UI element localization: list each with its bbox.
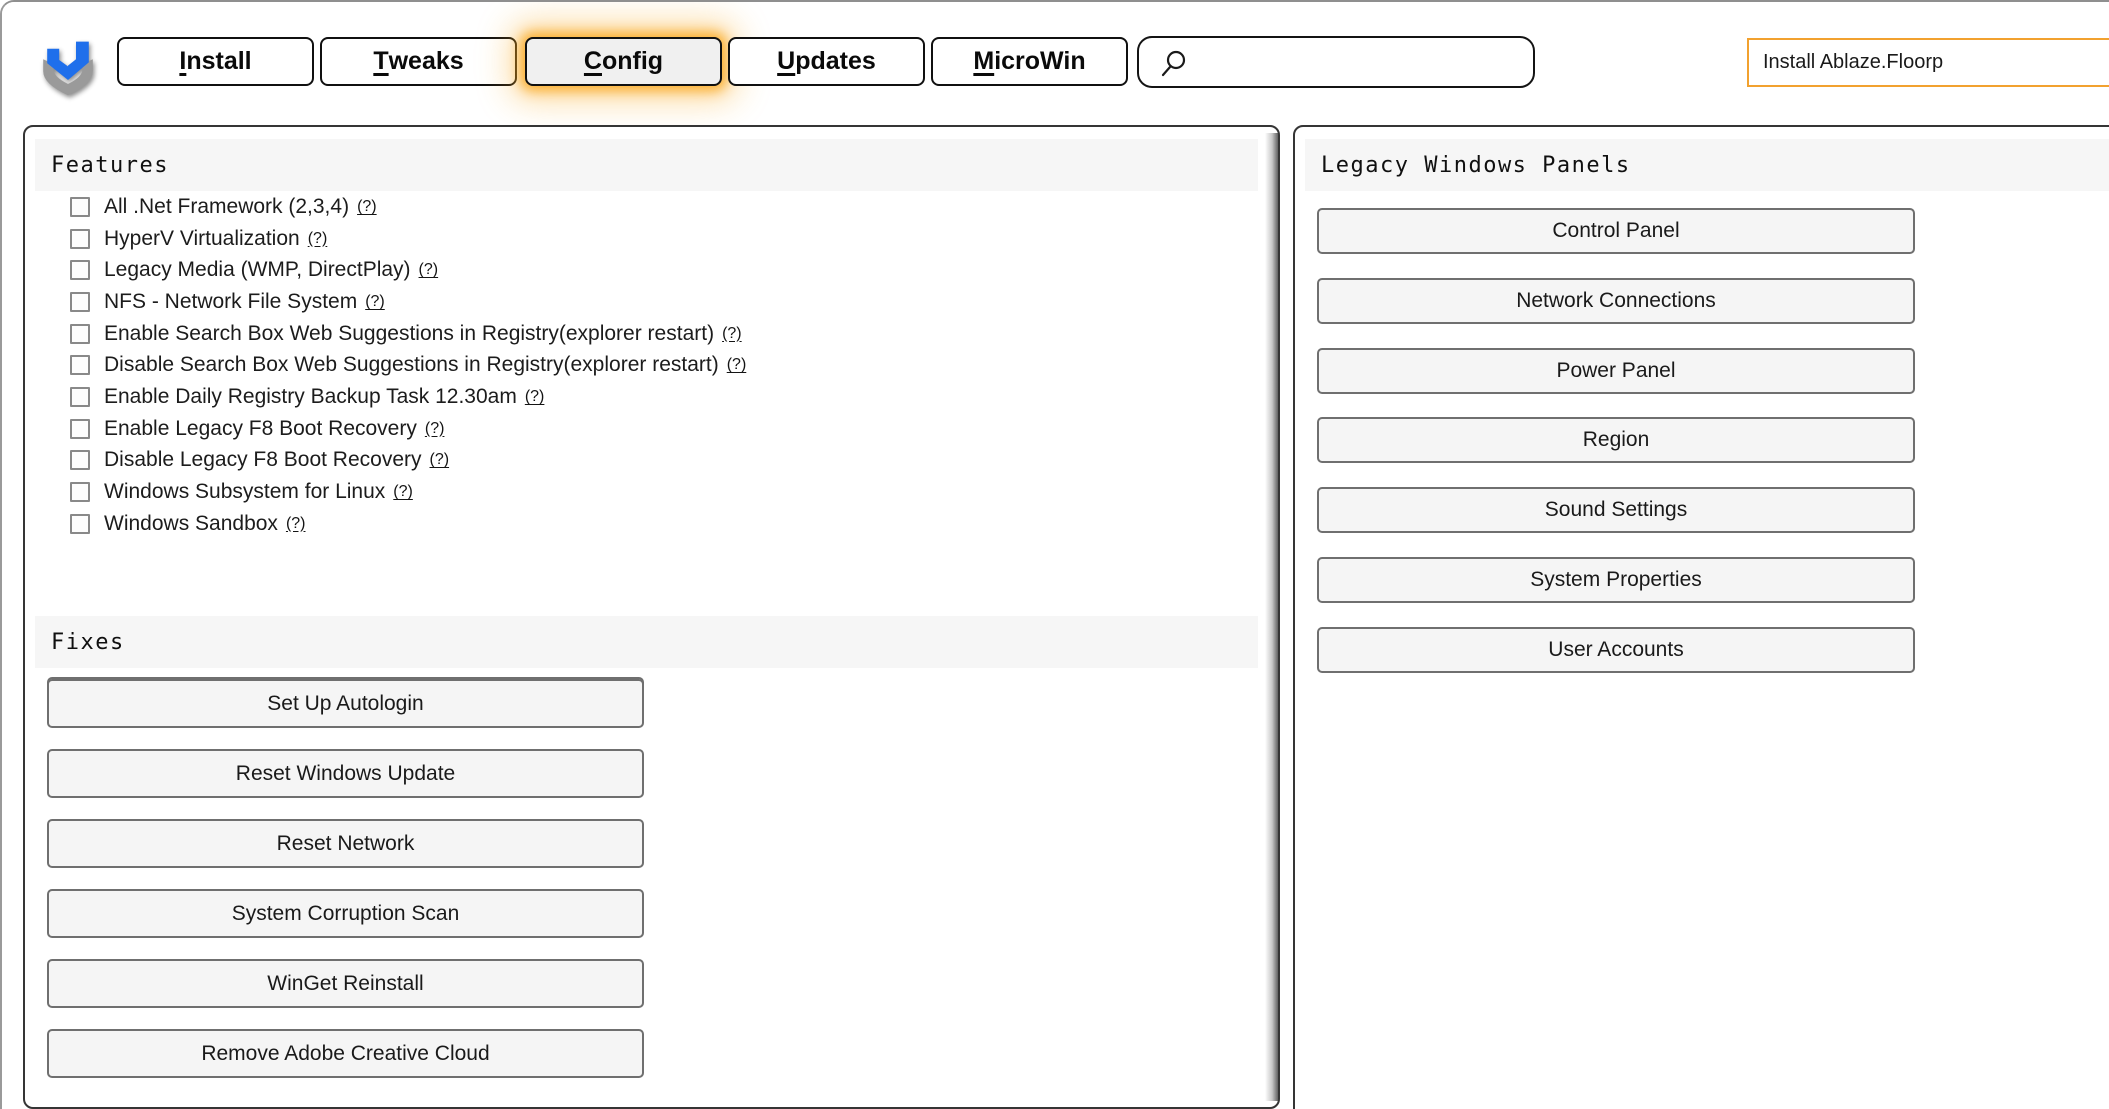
legacy-panels-section-header: Legacy Windows Panels <box>1305 139 2109 191</box>
feature-help-link[interactable]: (?) <box>357 198 377 216</box>
feature-help-link[interactable]: (?) <box>430 451 450 469</box>
feature-row-windows-sandbox: Windows Sandbox (?) <box>25 508 1248 540</box>
feature-label: NFS - Network File System <box>104 290 357 314</box>
tab-label-rest: pdates <box>795 47 876 76</box>
feature-checkbox[interactable] <box>70 450 90 470</box>
feature-help-link[interactable]: (?) <box>393 483 413 501</box>
feature-checkbox[interactable] <box>70 355 90 375</box>
feature-checkbox[interactable] <box>70 260 90 280</box>
tab-microwin[interactable]: MicroWin <box>931 37 1128 86</box>
feature-checkbox[interactable] <box>70 292 90 312</box>
feature-row-nfs-network-file-system: NFS - Network File System (?) <box>25 286 1248 318</box>
system-properties-button[interactable]: System Properties <box>1317 557 1915 603</box>
vertical-scrollbar[interactable] <box>1265 133 1278 1101</box>
feature-checklist: All .Net Framework (2,3,4)(?)HyperV Virt… <box>25 191 1248 540</box>
winget-reinstall-button[interactable]: WinGet Reinstall <box>47 959 644 1008</box>
feature-label: Enable Daily Registry Backup Task 12.30a… <box>104 385 517 409</box>
feature-label: Windows Sandbox <box>104 512 278 536</box>
feature-row-hyperv-virtualization: HyperV Virtualization (?) <box>25 223 1248 255</box>
feature-label: Disable Search Box Web Suggestions in Re… <box>104 353 719 377</box>
tab-hotkey-letter: T <box>373 47 388 76</box>
set-up-autologin-button[interactable]: Set Up Autologin <box>47 679 644 728</box>
winutil-window: InstallTweaksConfigUpdatesMicroWin Insta… <box>0 0 2109 1109</box>
features-section-header: Features <box>35 139 1258 191</box>
reset-network-button[interactable]: Reset Network <box>47 819 644 868</box>
feature-row-disable-search-box-web-suggestions-in-registry-explorer-restart: Disable Search Box Web Suggestions in Re… <box>25 349 1248 381</box>
install-tooltip-text: Install Ablaze.Floorp <box>1763 51 1943 74</box>
config-main-panel: Features All .Net Framework (2,3,4)(?)Hy… <box>23 125 1280 1109</box>
search-box <box>1137 36 1535 88</box>
power-panel-button[interactable]: Power Panel <box>1317 348 1915 394</box>
region-button[interactable]: Region <box>1317 417 1915 463</box>
search-icon <box>1159 49 1189 79</box>
remove-adobe-creative-cloud-button[interactable]: Remove Adobe Creative Cloud <box>47 1029 644 1078</box>
feature-help-link[interactable]: (?) <box>286 515 306 533</box>
feature-checkbox[interactable] <box>70 482 90 502</box>
feature-checkbox[interactable] <box>70 387 90 407</box>
tab-config[interactable]: Config <box>525 37 722 86</box>
network-connections-button[interactable]: Network Connections <box>1317 278 1915 324</box>
feature-checkbox[interactable] <box>70 514 90 534</box>
feature-row-all-net-framework-2-3-4: All .Net Framework (2,3,4) (?) <box>25 191 1248 223</box>
tab-tweaks[interactable]: Tweaks <box>320 37 517 86</box>
legacy-panels-title: Legacy Windows Panels <box>1321 153 1631 178</box>
feature-label: Disable Legacy F8 Boot Recovery <box>104 448 422 472</box>
top-bar: InstallTweaksConfigUpdatesMicroWin Insta… <box>2 2 2109 125</box>
feature-help-link[interactable]: (?) <box>308 230 328 248</box>
tab-updates[interactable]: Updates <box>728 37 925 86</box>
fixes-section-header: Fixes <box>35 616 1258 668</box>
feature-help-link[interactable]: (?) <box>722 325 742 343</box>
tab-hotkey-letter: M <box>973 47 994 76</box>
feature-checkbox[interactable] <box>70 229 90 249</box>
reset-windows-update-button[interactable]: Reset Windows Update <box>47 749 644 798</box>
tab-hotkey-letter: I <box>179 47 186 76</box>
search-input[interactable] <box>1195 40 1529 86</box>
tab-label-rest: weaks <box>389 47 464 76</box>
tab-hotkey-letter: C <box>584 47 602 76</box>
feature-help-link[interactable]: (?) <box>365 293 385 311</box>
tab-install[interactable]: Install <box>117 37 314 86</box>
feature-help-link[interactable]: (?) <box>727 356 747 374</box>
feature-row-disable-legacy-f8-boot-recovery: Disable Legacy F8 Boot Recovery (?) <box>25 445 1248 477</box>
feature-label: All .Net Framework (2,3,4) <box>104 195 349 219</box>
feature-label: Enable Legacy F8 Boot Recovery <box>104 417 417 441</box>
install-tooltip: Install Ablaze.Floorp <box>1747 38 2109 87</box>
feature-checkbox[interactable] <box>70 197 90 217</box>
feature-help-link[interactable]: (?) <box>525 388 545 406</box>
feature-checkbox[interactable] <box>70 324 90 344</box>
features-title: Features <box>51 153 169 178</box>
sound-settings-button[interactable]: Sound Settings <box>1317 487 1915 533</box>
feature-checkbox[interactable] <box>70 419 90 439</box>
feature-row-windows-subsystem-for-linux: Windows Subsystem for Linux (?) <box>25 476 1248 508</box>
feature-row-enable-legacy-f8-boot-recovery: Enable Legacy F8 Boot Recovery (?) <box>25 413 1248 445</box>
user-accounts-button[interactable]: User Accounts <box>1317 627 1915 673</box>
system-corruption-scan-button[interactable]: System Corruption Scan <box>47 889 644 938</box>
feature-label: Enable Search Box Web Suggestions in Reg… <box>104 322 714 346</box>
legacy-panels-panel: Legacy Windows Panels Control Panel Netwo… <box>1293 125 2109 1109</box>
fixes-title: Fixes <box>51 630 125 655</box>
feature-row-enable-search-box-web-suggestions-in-registry-explorer-restart: Enable Search Box Web Suggestions in Reg… <box>25 318 1248 350</box>
control-panel-button[interactable]: Control Panel <box>1317 208 1915 254</box>
feature-label: Legacy Media (WMP, DirectPlay) <box>104 258 411 282</box>
tab-label-rest: nstall <box>186 47 251 76</box>
tab-hotkey-letter: U <box>777 47 795 76</box>
feature-label: HyperV Virtualization <box>104 227 300 251</box>
winutil-logo-icon <box>32 20 104 104</box>
feature-row-enable-daily-registry-backup-task-12-30am: Enable Daily Registry Backup Task 12.30a… <box>25 381 1248 413</box>
tab-label-rest: icroWin <box>994 47 1085 76</box>
feature-label: Windows Subsystem for Linux <box>104 480 385 504</box>
tab-label-rest: onfig <box>602 47 663 76</box>
feature-help-link[interactable]: (?) <box>419 261 439 279</box>
feature-help-link[interactable]: (?) <box>425 420 445 438</box>
feature-row-legacy-media-wmp-directplay: Legacy Media (WMP, DirectPlay) (?) <box>25 254 1248 286</box>
